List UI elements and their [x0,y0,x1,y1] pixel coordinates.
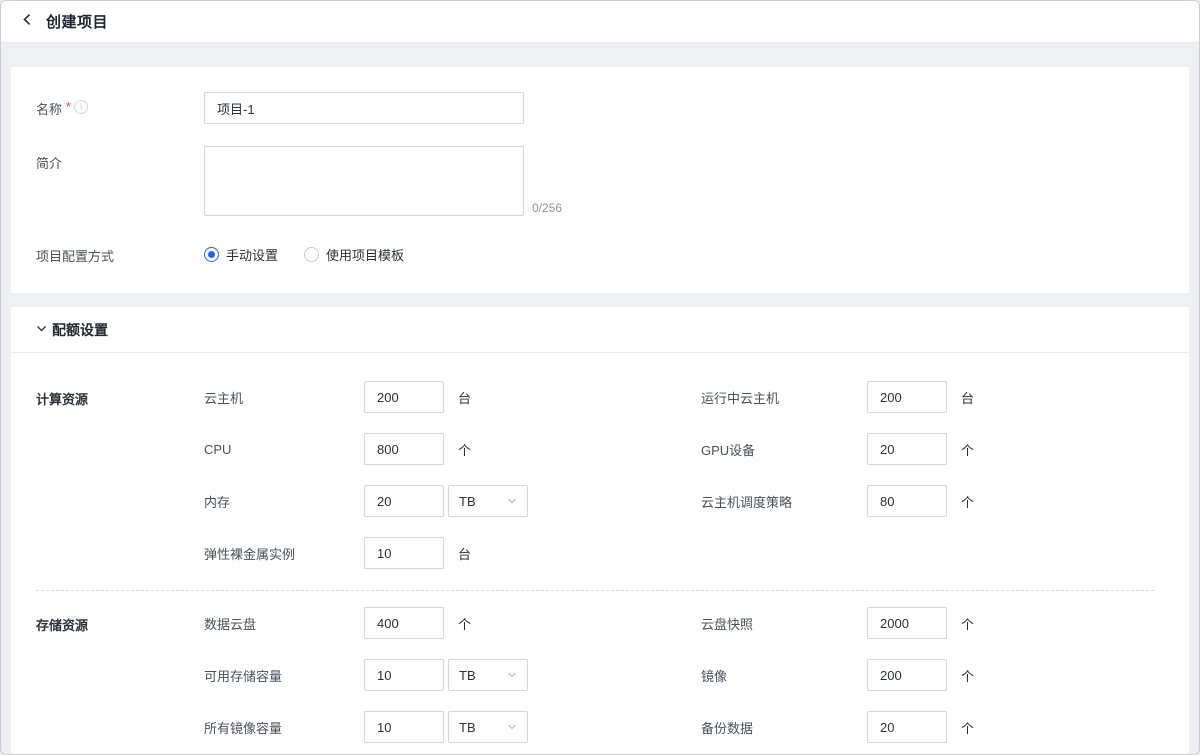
chevron-down-icon [507,720,517,735]
char-counter: 0/256 [532,200,562,216]
name-row: 名称*i [36,92,1164,124]
available-storage-quota-input[interactable] [364,659,444,691]
compute-group-label: 计算资源 [36,381,204,589]
compute-resources-group: 计算资源 云主机 台 CPU 个 [36,381,1164,589]
running-vm-quota-input[interactable] [867,381,947,413]
back-button[interactable] [17,9,38,35]
quota-row-memory: 内存 TB [204,485,701,517]
config-mode-row: 项目配置方式 手动设置 使用项目模板 [36,238,1164,265]
quota-row-image: 镜像 个 [701,659,1164,691]
chevron-down-icon [507,494,517,509]
radio-selected-icon [204,247,219,262]
name-label: 名称*i [36,92,204,124]
description-textarea[interactable] [204,146,524,216]
info-icon[interactable]: i [74,100,88,114]
create-project-page: 创建项目 名称*i 简介 0/256 项目配置方式 [0,0,1200,755]
baremetal-quota-input[interactable] [364,537,444,569]
unit-label: 台 [458,388,471,407]
quota-section-title: 配额设置 [52,320,108,340]
page-header: 创建项目 [1,1,1199,43]
image-capacity-quota-input[interactable] [364,711,444,743]
unit-label: 台 [961,388,974,407]
group-divider [36,590,1154,591]
quota-row-vm: 云主机 台 [204,381,701,413]
vm-quota-input[interactable] [364,381,444,413]
config-mode-label: 项目配置方式 [36,238,204,265]
quota-row-cpu: CPU 个 [204,433,701,465]
available-storage-unit-select[interactable]: TB [448,659,528,691]
config-mode-radio-group: 手动设置 使用项目模板 [204,238,404,265]
radio-unselected-icon [304,247,319,262]
unit-label: 个 [961,666,974,685]
cpu-quota-input[interactable] [364,433,444,465]
memory-unit-select[interactable]: TB [448,485,528,517]
description-label: 简介 [36,146,204,216]
quota-row-gpu: GPU设备 个 [701,433,1164,465]
unit-label: 个 [961,492,974,511]
quota-row-backup: 备份数据 个 [701,711,1164,743]
quota-body: 计算资源 云主机 台 CPU 个 [11,353,1189,755]
basic-info-card: 名称*i 简介 0/256 项目配置方式 手动设置 [11,67,1189,293]
radio-use-template[interactable]: 使用项目模板 [304,245,404,264]
unit-label: 台 [458,544,471,563]
quota-card: 配额设置 计算资源 云主机 台 CPU 个 [11,307,1189,755]
unit-label: 个 [961,614,974,633]
quota-row-image-capacity: 所有镜像容量 TB [204,711,701,743]
unit-label: 个 [458,614,471,633]
backup-quota-input[interactable] [867,711,947,743]
gpu-quota-input[interactable] [867,433,947,465]
quota-row-snapshot: 云盘快照 个 [701,607,1164,639]
chevron-left-icon [21,13,34,31]
storage-resources-group: 存储资源 数据云盘 个 可用存储容量 TB [36,607,1164,755]
unit-label: 个 [458,440,471,459]
chevron-down-icon [507,668,517,683]
quota-row-data-volume: 数据云盘 个 [204,607,701,639]
description-wrap: 0/256 [204,146,562,216]
chevron-down-icon [36,321,47,339]
quota-row-available-storage: 可用存储容量 TB [204,659,701,691]
quota-row-baremetal: 弹性裸金属实例 台 [204,537,701,569]
image-quota-input[interactable] [867,659,947,691]
quota-section-header[interactable]: 配额设置 [11,307,1189,353]
image-capacity-unit-select[interactable]: TB [448,711,528,743]
quota-row-running-vm: 运行中云主机 台 [701,381,1164,413]
unit-label: 个 [961,718,974,737]
storage-group-label: 存储资源 [36,607,204,755]
quota-row-scheduling-policy: 云主机调度策略 个 [701,485,1164,517]
scheduling-policy-quota-input[interactable] [867,485,947,517]
snapshot-quota-input[interactable] [867,607,947,639]
data-volume-quota-input[interactable] [364,607,444,639]
required-mark: * [66,99,71,114]
memory-quota-input[interactable] [364,485,444,517]
unit-label: 个 [961,440,974,459]
name-input[interactable] [204,92,524,124]
page-title: 创建项目 [46,11,108,32]
radio-manual-setup[interactable]: 手动设置 [204,245,278,264]
description-row: 简介 0/256 [36,146,1164,216]
